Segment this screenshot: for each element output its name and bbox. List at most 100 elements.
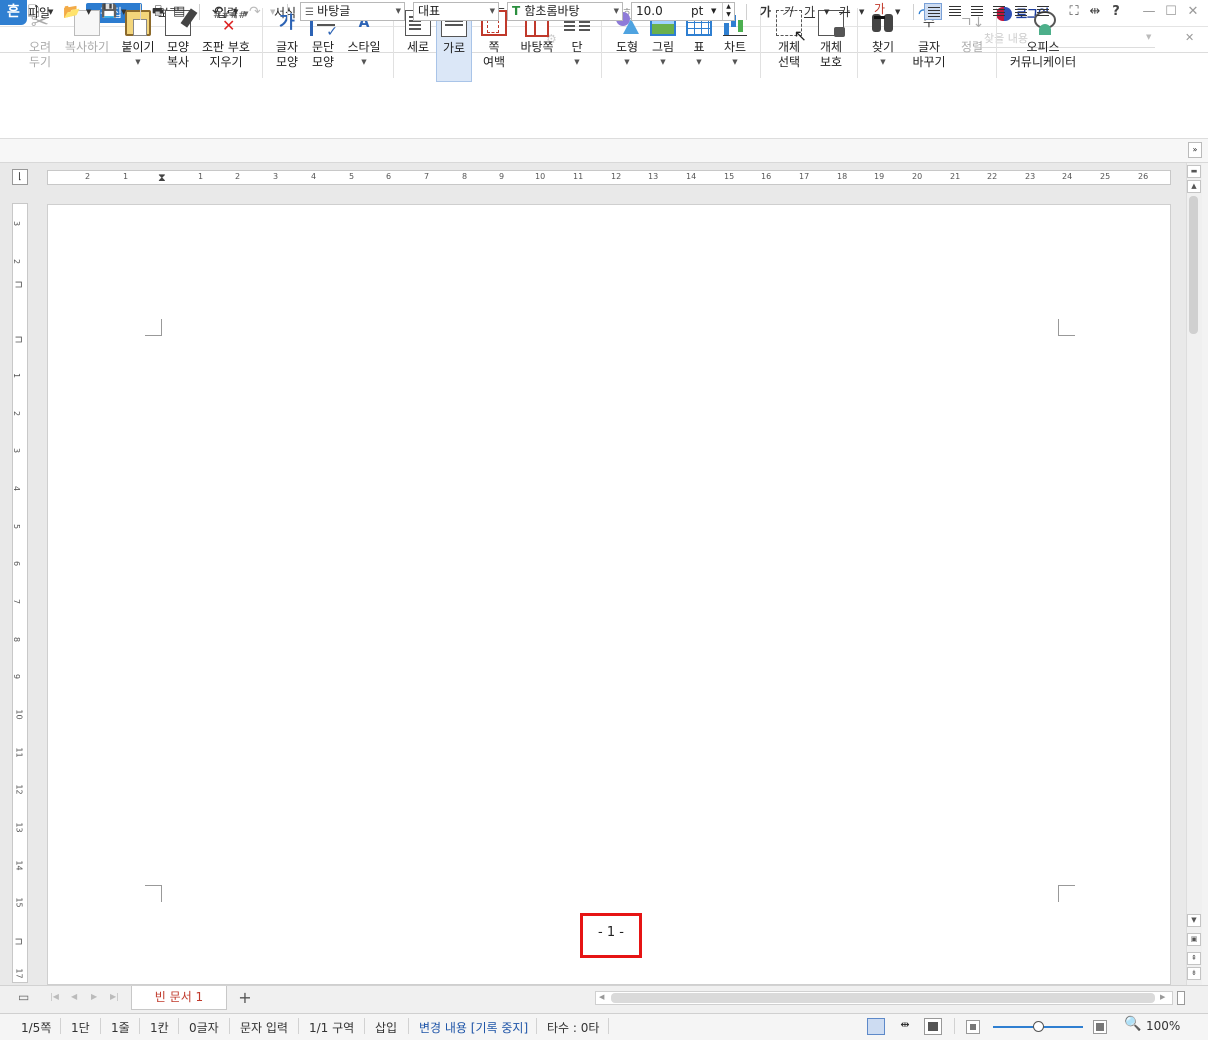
indent-marker-icon[interactable]: ⧗: [158, 171, 166, 185]
margin-corner-mark: [1058, 319, 1075, 336]
prev-page-icon[interactable]: ⇞: [1187, 952, 1201, 965]
scroll-up-icon[interactable]: ▲: [1187, 180, 1201, 193]
print-preview-icon[interactable]: ▤: [173, 3, 185, 21]
page-margin-label-2: 여백: [482, 55, 506, 69]
last-tab-icon[interactable]: ▶|: [110, 992, 119, 1001]
chevron-down-icon[interactable]: ▼: [48, 3, 53, 21]
status-divider: [60, 1018, 61, 1034]
help-icon[interactable]: ?: [1107, 4, 1125, 19]
align-justify-button[interactable]: [924, 3, 942, 20]
new-document-icon[interactable]: 🗋: [28, 3, 39, 21]
split-view-icon[interactable]: ⇹: [1086, 4, 1104, 19]
spinner-icon[interactable]: ▲ ▼: [722, 3, 734, 20]
chevron-down-icon[interactable]: ▼: [233, 3, 238, 21]
ruler-tick: 4: [12, 485, 22, 492]
print-icon[interactable]: 🖶: [152, 3, 164, 21]
first-tab-icon[interactable]: |◀: [50, 992, 59, 1001]
add-tab-button[interactable]: +: [234, 988, 256, 1007]
status-insert-mode[interactable]: 삽입: [375, 1019, 397, 1036]
italic-button[interactable]: 가: [782, 3, 793, 20]
fit-width-icon[interactable]: ⇹: [896, 1018, 914, 1035]
ruler-tick: 23: [1025, 172, 1036, 181]
office-label-2: 커뮤니케이터: [1009, 55, 1077, 69]
undo-icon[interactable]: ↶: [212, 3, 224, 21]
style-select[interactable]: ☰ 바탕글 ▼: [300, 2, 405, 21]
ruler-tick: 5: [12, 523, 22, 530]
full-page-button[interactable]: [924, 1018, 942, 1035]
chevron-down-icon[interactable]: ▼: [895, 3, 900, 21]
tab-type-icon[interactable]: ⌊: [12, 169, 28, 185]
scroll-left-icon[interactable]: ◀: [599, 993, 604, 1001]
zoom-level[interactable]: 100%: [1146, 1019, 1180, 1033]
split-handle-icon[interactable]: [1177, 991, 1185, 1005]
divide-button[interactable]: [1034, 3, 1052, 20]
ruler-tick: 19: [874, 172, 885, 181]
magnifier-icon[interactable]: 🔍: [1124, 1016, 1141, 1032]
cut-label-2: 두기: [28, 55, 52, 69]
ruler-tick: 17: [14, 968, 24, 979]
chevron-down-icon: ▼: [711, 7, 717, 15]
replace-label-1: 글자: [917, 40, 941, 54]
chevron-down-icon: ▼: [361, 58, 367, 66]
prev-tab-icon[interactable]: ◀: [71, 992, 77, 1001]
font-select[interactable]: T 함초롬바탕 ▼: [507, 2, 623, 21]
redo-icon[interactable]: ↷: [249, 3, 261, 21]
status-divider: [100, 1018, 101, 1034]
bold-button[interactable]: 가: [760, 3, 771, 20]
indent-marker-icon[interactable]: ⊓: [12, 938, 23, 946]
memo-icon[interactable]: ▭: [18, 990, 29, 1004]
next-page-icon[interactable]: ⇟: [1187, 967, 1201, 980]
scrollbar-thumb[interactable]: [1189, 196, 1198, 334]
page-select-icon[interactable]: ▣: [1187, 933, 1201, 946]
ruler-tick: 9: [499, 172, 505, 181]
align-left-button[interactable]: [946, 3, 964, 20]
save-icon[interactable]: 💾: [101, 3, 117, 21]
align-center-button[interactable]: [968, 3, 986, 20]
status-input-mode[interactable]: 문자 입력: [240, 1019, 288, 1036]
strikethrough-button[interactable]: 가: [839, 3, 850, 20]
underline-button[interactable]: 가: [804, 3, 815, 20]
scroll-top-icon[interactable]: ▬: [1187, 165, 1201, 178]
tab-document-1[interactable]: 빈 문서 1: [131, 986, 227, 1010]
align-right-button[interactable]: [990, 3, 1008, 20]
toolbar-expand-icon[interactable]: »: [1188, 142, 1202, 158]
chevron-down-icon[interactable]: ▼: [270, 3, 275, 21]
chevron-down-icon[interactable]: ▼: [1146, 33, 1151, 41]
chevron-down-icon: ▼: [624, 58, 630, 66]
indent-marker-icon[interactable]: ⊓: [12, 336, 23, 344]
indent-marker-icon[interactable]: ⊓: [12, 281, 23, 289]
font-color-button[interactable]: 가: [874, 3, 886, 19]
ruler-tick: 24: [1062, 172, 1073, 181]
chevron-down-icon[interactable]: ▼: [86, 3, 91, 21]
scroll-down-icon[interactable]: ▼: [1187, 914, 1201, 927]
document-page[interactable]: [47, 204, 1171, 985]
language-select[interactable]: 대표 ▼: [413, 2, 499, 21]
page-number[interactable]: - 1 -: [583, 925, 639, 940]
zoom-in-icon[interactable]: [1093, 1020, 1107, 1034]
font-size-input[interactable]: 10.0 pt ▼ ▲ ▼: [631, 2, 735, 21]
zoom-out-icon[interactable]: [966, 1020, 980, 1034]
scrollbar-thumb[interactable]: [611, 993, 1155, 1003]
scroll-right-icon[interactable]: ▶: [1160, 993, 1165, 1001]
clear-marks-button[interactable]: #### 조판 부호 지우기: [199, 4, 253, 82]
chevron-down-icon: ▼: [574, 58, 580, 66]
zoom-slider-thumb[interactable]: [1033, 1021, 1044, 1032]
next-tab-icon[interactable]: ▶: [91, 992, 97, 1001]
horizontal-ruler[interactable]: 2 1 ⧗ 1 2 3 4 5 6 7 8 9 10 11 12 13 14 1…: [47, 170, 1171, 185]
close-button[interactable]: ✕: [1184, 4, 1202, 19]
close-search-icon[interactable]: ✕: [1185, 31, 1194, 44]
ruler-tick: 13: [648, 172, 659, 181]
page-view-button[interactable]: [867, 1018, 885, 1035]
chevron-down-icon[interactable]: ▼: [121, 3, 126, 21]
track-changes-link[interactable]: 변경 내용 [기록 중지]: [419, 1019, 528, 1036]
minimize-button[interactable]: —: [1140, 4, 1158, 19]
distribute-button[interactable]: [1012, 3, 1030, 20]
open-folder-icon[interactable]: 📂: [63, 3, 80, 21]
horizontal-label: 가로: [442, 41, 466, 55]
object-protect-label-1: 개체: [819, 40, 843, 54]
status-page[interactable]: 1/5쪽: [21, 1019, 51, 1036]
chevron-down-icon[interactable]: ▼: [824, 3, 829, 21]
vertical-ruler[interactable]: 3 2 ⊓ ⊓ 1 2 3 4 5 6 7 8 9 10 11 12 13 14…: [12, 203, 28, 983]
chevron-down-icon[interactable]: ▼: [859, 3, 864, 21]
maximize-button[interactable]: ☐: [1162, 4, 1180, 19]
